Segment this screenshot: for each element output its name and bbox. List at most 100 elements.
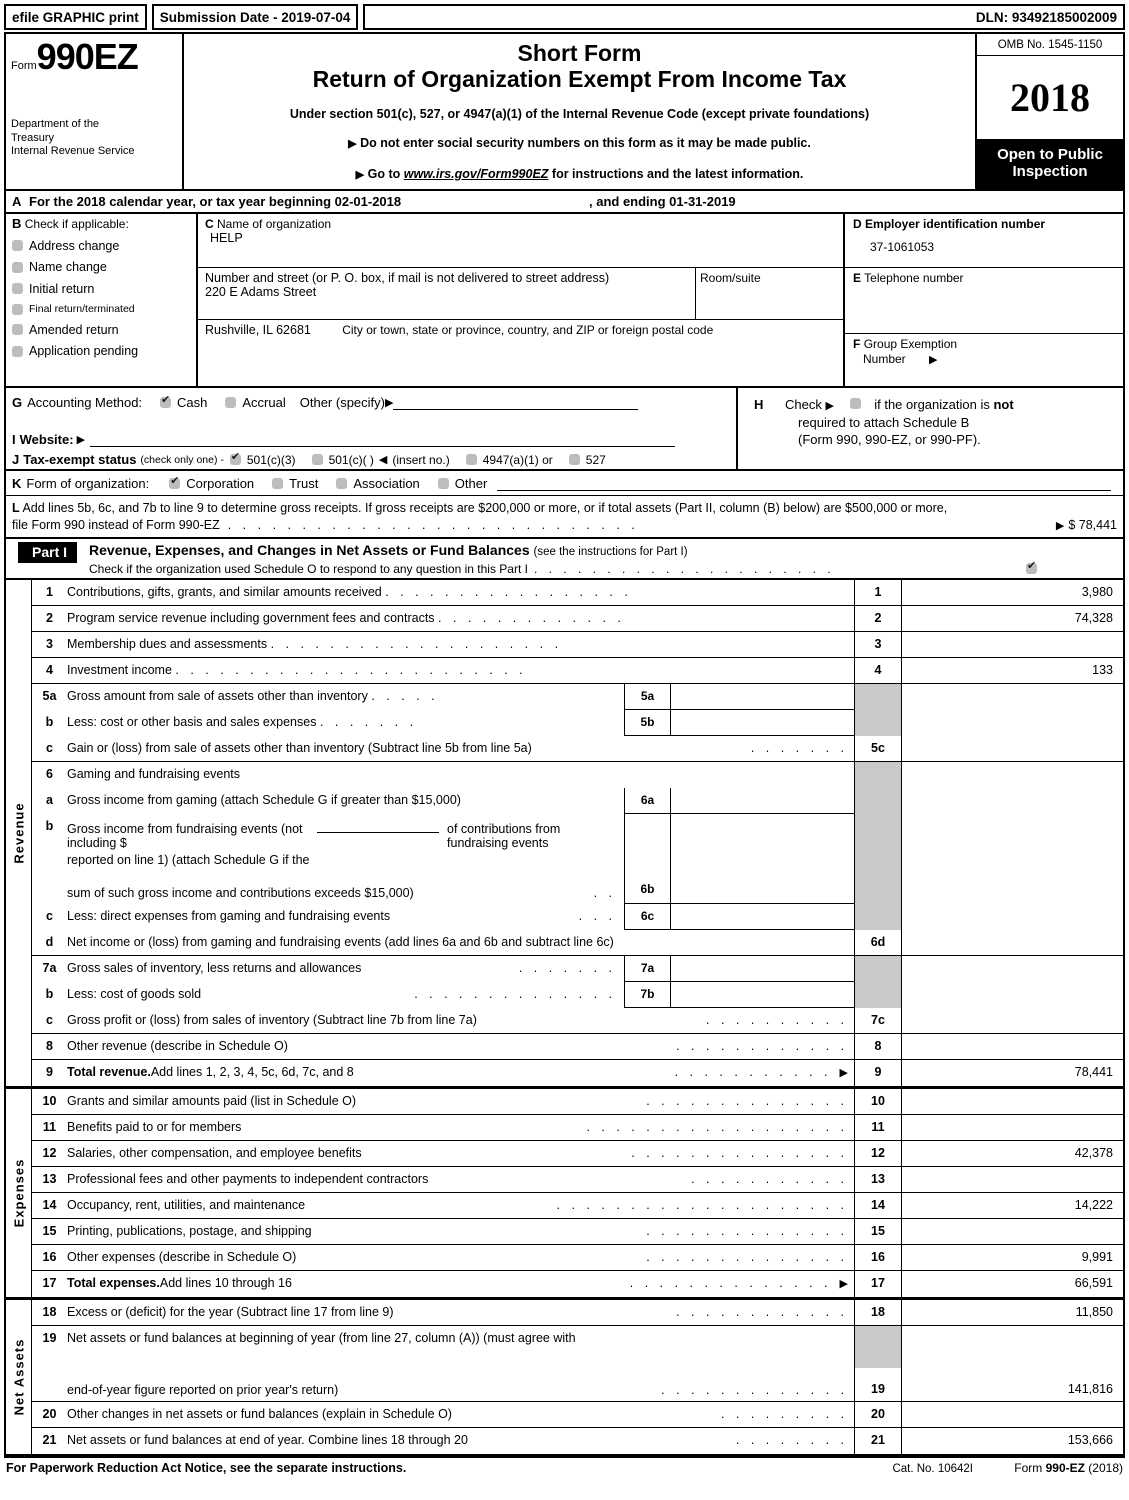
line-amount[interactable]	[902, 1115, 1123, 1140]
line-code: 10	[854, 1088, 902, 1114]
other-org-input[interactable]	[497, 477, 1111, 491]
checkbox-icon-final-return[interactable]	[12, 303, 23, 315]
line-number: 21	[42, 1432, 57, 1447]
line-amount[interactable]: 9,991	[902, 1245, 1123, 1270]
section-b-header: B Check if applicable:	[12, 216, 196, 231]
checkbox-icon-name-change[interactable]	[12, 261, 23, 273]
checkbox-icon-schedule-b[interactable]	[849, 398, 861, 410]
line-code-shaded	[854, 787, 902, 814]
line-amount	[902, 904, 1123, 930]
org-info-block: B Check if applicable: Address change Na…	[6, 214, 1123, 389]
line-amount[interactable]: 3,980	[902, 580, 1123, 605]
line-amount[interactable]: 133	[902, 658, 1123, 683]
checkbox-icon-application-pending[interactable]	[12, 345, 23, 357]
checkbox-icon-address-change[interactable]	[12, 240, 23, 252]
checkbox-icon-association[interactable]	[336, 478, 348, 490]
org-name-value[interactable]: HELP	[205, 231, 843, 245]
line-text: Less: cost of goods sold . . . . . . . .…	[67, 986, 616, 1001]
sub-line-amount[interactable]	[671, 788, 854, 813]
schedule-b-check-label: Check	[785, 397, 822, 413]
checkbox-amended-return[interactable]: Amended return	[12, 323, 196, 337]
line-amount[interactable]	[902, 1167, 1123, 1192]
website-input[interactable]	[90, 433, 676, 447]
line-amount	[902, 788, 1123, 814]
line-amount[interactable]: 141,816	[902, 1368, 1123, 1401]
checkbox-label-501c3: 501(c)(3)	[246, 452, 296, 467]
table-row: 2 Program service revenue including gove…	[32, 605, 1123, 632]
checkbox-icon-501c3[interactable]	[229, 451, 241, 466]
checkbox-icon-accrual[interactable]	[225, 397, 237, 409]
expenses-rows: 10 Grants and similar amounts paid (list…	[32, 1088, 1123, 1297]
line-text: Total revenue. Add lines 1, 2, 3, 4, 5c,…	[67, 1064, 848, 1079]
table-row: 20 Other changes in net assets or fund b…	[32, 1401, 1123, 1428]
checkbox-icon-schedule-o-part1[interactable]	[1026, 560, 1037, 575]
line-amount[interactable]: 66,591	[902, 1271, 1123, 1297]
checkbox-icon-initial-return[interactable]	[12, 283, 23, 295]
line-amount[interactable]: 74,328	[902, 606, 1123, 631]
checkbox-label-corporation: Corporation	[186, 476, 255, 492]
gross-receipts-amount: $ 78,441	[1068, 517, 1117, 532]
sub-line-code: 5a	[625, 683, 671, 709]
checkbox-icon-amended-return[interactable]	[12, 324, 23, 336]
line-code: 19	[854, 1367, 902, 1401]
sub-line-amount[interactable]	[671, 904, 854, 929]
checkbox-initial-return[interactable]: Initial return	[12, 282, 196, 296]
line-amount[interactable]: 11,850	[902, 1300, 1123, 1325]
line-text: Other changes in net assets or fund bala…	[67, 1406, 848, 1421]
line-amount[interactable]: 153,666	[902, 1428, 1123, 1454]
line-number: d	[45, 934, 54, 949]
line-amount[interactable]	[902, 632, 1123, 657]
line-amount[interactable]	[902, 1034, 1123, 1059]
line-amount[interactable]: 42,378	[902, 1141, 1123, 1166]
line-amount[interactable]	[902, 1089, 1123, 1114]
line-text: Printing, publications, postage, and shi…	[67, 1223, 848, 1238]
line-amount[interactable]: 14,222	[902, 1193, 1123, 1218]
sub-amount-cell: 6a	[624, 787, 854, 814]
checkbox-icon-501c[interactable]	[311, 454, 323, 466]
section-b-check-if-applicable: B Check if applicable: Address change Na…	[6, 214, 196, 386]
line-amount[interactable]	[902, 1402, 1123, 1427]
line-amount[interactable]	[902, 736, 1123, 761]
sub-line-amount[interactable]	[671, 982, 854, 1007]
line-amount[interactable]	[902, 1219, 1123, 1244]
sub-line-amount[interactable]	[671, 710, 854, 735]
irs-url-link[interactable]: www.irs.gov/Form990EZ	[404, 167, 549, 181]
accounting-other-label: Other (specify)	[299, 395, 385, 411]
city-value[interactable]: Rushville, IL 62681	[205, 323, 311, 337]
no-ssn-note: ▶ Do not enter social security numbers o…	[184, 136, 975, 150]
checkbox-address-change[interactable]: Address change	[12, 239, 196, 253]
checkbox-icon-4947a1[interactable]	[465, 454, 477, 466]
line-amount[interactable]: 78,441	[902, 1060, 1123, 1086]
room-caption: Room/suite	[700, 271, 761, 286]
line-number: 9	[46, 1064, 53, 1079]
accounting-other-input[interactable]	[393, 396, 639, 410]
checkbox-icon-trust[interactable]	[272, 478, 284, 490]
line-number: 18	[42, 1304, 57, 1319]
checkbox-icon-corporation[interactable]	[169, 475, 181, 490]
street-value[interactable]: 220 E Adams Street	[205, 285, 695, 299]
line-code: 17	[854, 1270, 902, 1297]
omb-year-cell: OMB No. 1545-1150 2018 Open to Public In…	[975, 34, 1123, 190]
line-number: 1	[46, 584, 53, 599]
tax-exempt-status-label: Tax-exempt status	[23, 452, 137, 468]
line-a-beginning: For the 2018 calendar year, or tax year …	[29, 194, 402, 210]
fundraising-contributions-input[interactable]	[317, 819, 440, 833]
checkbox-name-change[interactable]: Name change	[12, 260, 196, 274]
line-amount[interactable]	[902, 1008, 1123, 1033]
checkbox-icon-527[interactable]	[568, 454, 580, 466]
line-number: 12	[42, 1145, 57, 1160]
line-amount[interactable]	[902, 930, 1123, 955]
checkbox-icon-cash[interactable]	[160, 394, 172, 409]
line-code: 16	[854, 1244, 902, 1270]
checkbox-icon-other-org[interactable]	[437, 478, 449, 490]
gross-receipts-line1-text: Add lines 5b, 6c, and 7b to line 9 to de…	[22, 501, 948, 516]
section-l-letter: L	[12, 501, 20, 516]
line-text: Program service revenue including govern…	[67, 610, 625, 625]
sub-amount-cell: 6b	[624, 869, 854, 904]
sub-line-amount[interactable]	[671, 684, 854, 709]
checkbox-final-return[interactable]: Final return/terminated	[12, 303, 196, 315]
checkbox-application-pending[interactable]: Application pending	[12, 344, 196, 358]
ein-value[interactable]: 37-1061053	[853, 240, 1123, 254]
sub-line-amount[interactable]	[671, 956, 854, 981]
line-code-shaded	[854, 955, 902, 982]
